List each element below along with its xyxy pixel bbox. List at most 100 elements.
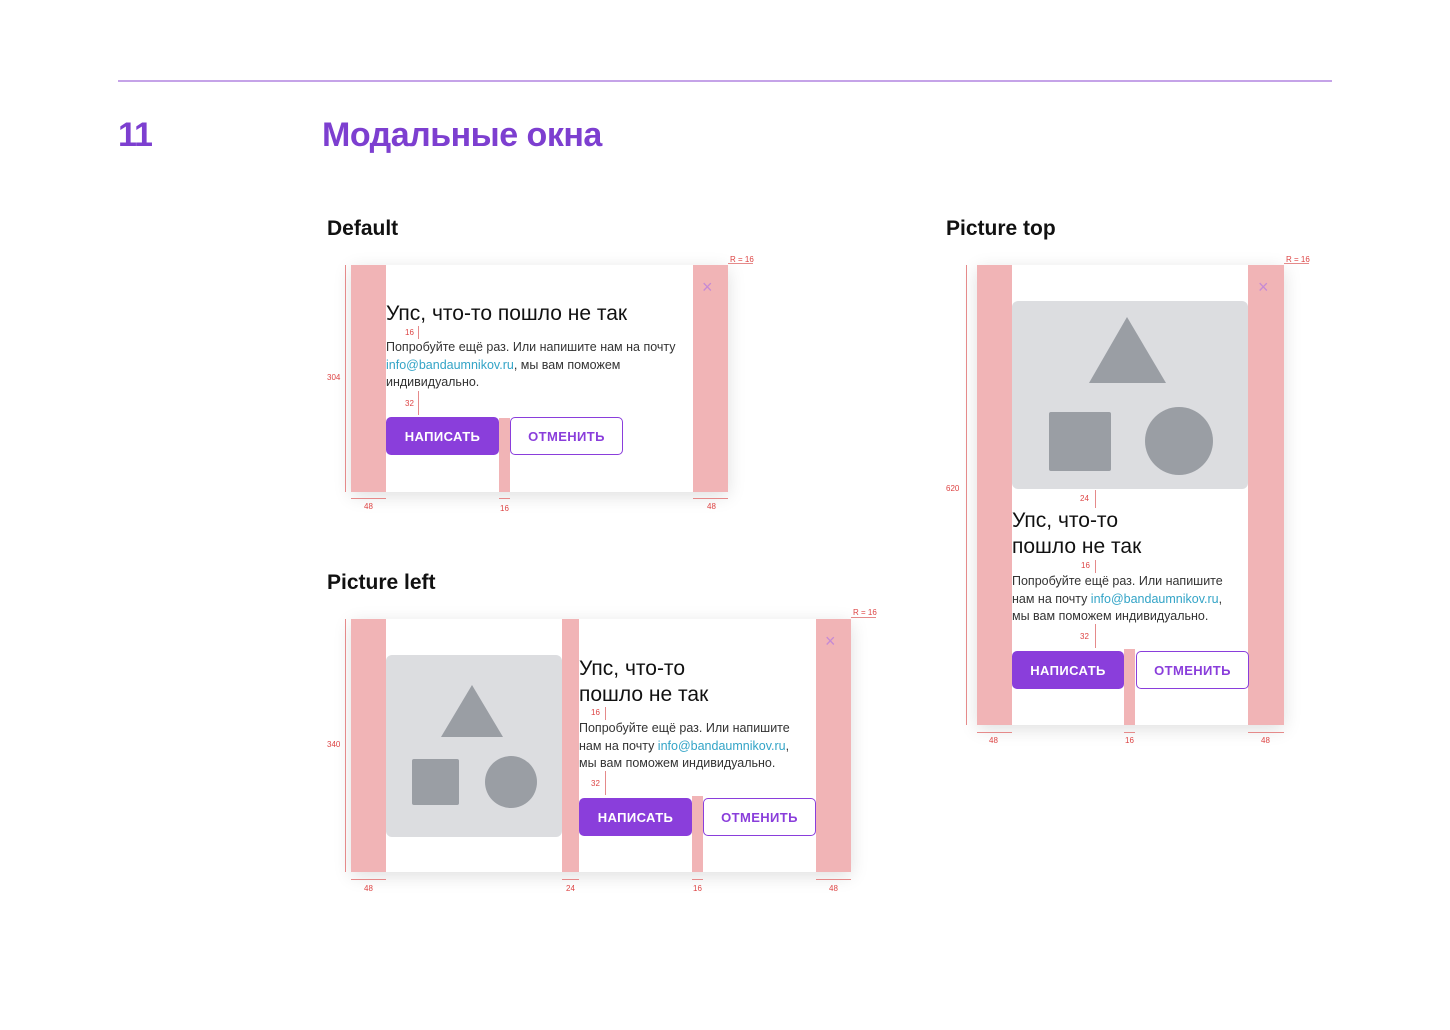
title-line: Упс, что-то xyxy=(1012,509,1118,532)
modal-text: Попробуйте ещё раз. Или напишите нам на … xyxy=(1012,573,1248,626)
gap-24: 24 xyxy=(566,884,575,893)
triangle-shape xyxy=(1089,317,1166,383)
spacing-marker xyxy=(418,391,419,415)
cancel-button[interactable]: ОТМЕНИТЬ xyxy=(703,798,816,836)
write-button[interactable]: НАПИСАТЬ xyxy=(1012,651,1124,689)
title-line: пошло не так xyxy=(1012,535,1142,558)
padding-right xyxy=(816,619,851,872)
picture-placeholder xyxy=(1012,301,1248,489)
radius-marker xyxy=(1284,263,1309,264)
spacing-32: 32 xyxy=(405,399,414,408)
email-link[interactable]: info@bandaumnikov.ru xyxy=(658,739,786,753)
circle-shape xyxy=(1145,407,1213,475)
close-icon[interactable]: × xyxy=(702,278,713,296)
height-marker xyxy=(345,265,346,492)
height-marker xyxy=(966,265,967,725)
shapes-illustration xyxy=(412,685,537,808)
square-shape xyxy=(1049,412,1111,471)
cancel-button[interactable]: ОТМЕНИТЬ xyxy=(1136,651,1249,689)
button-gap xyxy=(692,796,703,872)
modal-text: Попробуйте ещё раз. Или напишите нам на … xyxy=(579,720,819,773)
height-340: 340 xyxy=(327,740,341,749)
text-line: нам на почту info@bandaumnikov.ru, xyxy=(579,738,819,756)
height-620: 620 xyxy=(946,484,960,493)
spacing-16: 16 xyxy=(405,328,414,337)
pad-48: 48 xyxy=(829,884,838,893)
title-line: пошло не так xyxy=(579,683,709,706)
email-link[interactable]: info@bandaumnikov.ru xyxy=(386,358,514,372)
spacing-16: 16 xyxy=(1081,561,1090,570)
text-line: info@bandaumnikov.ru, мы вам поможем xyxy=(386,357,696,375)
padding-left xyxy=(351,619,386,872)
spacing-16: 16 xyxy=(591,708,600,717)
width-marker xyxy=(562,879,579,880)
width-marker xyxy=(692,879,703,880)
spacing-32: 32 xyxy=(1080,632,1089,641)
text-fragment: , xyxy=(785,738,790,753)
spacing-marker xyxy=(1095,490,1096,508)
padding-right xyxy=(693,265,728,492)
close-icon[interactable]: × xyxy=(825,632,836,650)
email-link[interactable]: info@bandaumnikov.ru xyxy=(1091,592,1219,606)
pad-48: 48 xyxy=(364,502,373,511)
modal-default: × Упс, что-то пошло не так Попробуйте ещ… xyxy=(351,265,728,492)
radius-label: R = 16 xyxy=(853,608,877,617)
spacing-marker xyxy=(1095,560,1096,573)
padding-left xyxy=(351,265,386,492)
modal-title: Упс, что-то пошло не так xyxy=(386,302,628,325)
spacing-marker xyxy=(418,326,419,339)
shapes-illustration xyxy=(1049,317,1213,475)
width-marker xyxy=(977,732,1012,733)
width-marker xyxy=(693,498,728,499)
gap-16: 16 xyxy=(693,884,702,893)
text-line: Попробуйте ещё раз. Или напишите xyxy=(579,721,790,735)
text-line: Попробуйте ещё раз. Или напишите xyxy=(1012,574,1223,588)
modal-title: Упс, что-то пошло не так xyxy=(579,656,708,708)
variant-label-picture-top: Picture top xyxy=(946,217,1056,240)
square-shape xyxy=(412,759,459,805)
section-title: Модальные окна xyxy=(322,116,602,154)
width-marker xyxy=(1124,732,1135,733)
text-fragment: , xyxy=(1218,591,1223,606)
gap-16: 16 xyxy=(1125,736,1134,745)
text-line: индивидуально. xyxy=(386,375,480,389)
radius-marker xyxy=(728,263,753,264)
width-marker xyxy=(351,879,386,880)
button-gap xyxy=(499,418,510,492)
modal-picture-top: × Упс, что-то пошло не так Попробуйте ещ… xyxy=(977,265,1284,725)
write-button[interactable]: НАПИСАТЬ xyxy=(386,417,499,455)
modal-title: Упс, что-то пошло не так xyxy=(1012,508,1141,560)
modal-text: Попробуйте ещё раз. Или напишите нам на … xyxy=(386,339,696,392)
width-marker xyxy=(1248,732,1284,733)
section-number: 11 xyxy=(118,116,153,154)
width-marker xyxy=(816,879,851,880)
cancel-button[interactable]: ОТМЕНИТЬ xyxy=(510,417,623,455)
height-304: 304 xyxy=(327,373,341,382)
width-marker xyxy=(499,498,510,499)
spacing-marker xyxy=(605,707,606,720)
variant-label-default: Default xyxy=(327,217,399,240)
close-icon[interactable]: × xyxy=(1258,278,1269,296)
spacing-marker xyxy=(1095,624,1096,648)
padding-left xyxy=(977,265,1012,725)
spacing-24: 24 xyxy=(1080,494,1089,503)
text-line: Попробуйте ещё раз. Или напишите нам на … xyxy=(386,340,676,354)
title-line: Упс, что-то xyxy=(579,657,685,680)
text-line: мы вам поможем индивидуально. xyxy=(579,756,776,770)
write-button[interactable]: НАПИСАТЬ xyxy=(579,798,692,836)
spacing-marker xyxy=(605,771,606,795)
pad-48: 48 xyxy=(989,736,998,745)
text-fragment: , мы вам поможем xyxy=(513,357,621,372)
button-gap xyxy=(1124,649,1135,725)
variant-label-picture-left: Picture left xyxy=(327,571,436,594)
pad-48: 48 xyxy=(1261,736,1270,745)
gap-16: 16 xyxy=(500,504,509,513)
text-fragment: нам на почту xyxy=(1012,591,1091,606)
picture-placeholder xyxy=(386,655,562,837)
text-fragment: нам на почту xyxy=(579,738,658,753)
width-marker xyxy=(351,498,386,499)
modal-picture-left: × Упс, что-то пошло не так Попробуйте ещ… xyxy=(351,619,851,872)
triangle-shape xyxy=(441,685,503,737)
height-marker xyxy=(345,619,346,872)
spacing-32: 32 xyxy=(591,779,600,788)
